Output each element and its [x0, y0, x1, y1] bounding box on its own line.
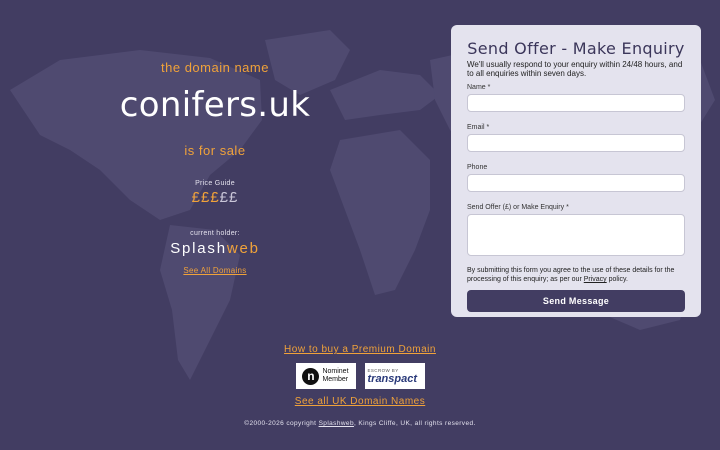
copyright-after: , Kings Cliffe, UK, all rights reserved. [353, 420, 476, 427]
price-guide-filled: £££ [191, 189, 220, 206]
nominet-text: Nominet Member [322, 368, 348, 384]
terms-text: By submitting this form you agree to the… [467, 266, 685, 284]
domain-hero: the domain name conifers.uk is for sale … [100, 60, 330, 278]
nominet-text-line-2: Member [322, 376, 349, 383]
splashweb-link[interactable]: Splashweb [319, 420, 354, 427]
phone-label: Phone [467, 164, 488, 171]
holder-logo: Splashweb [100, 240, 330, 257]
terms-after: policy. [606, 276, 628, 283]
for-sale-text: is for sale [184, 143, 246, 158]
email-label: Email * [467, 124, 490, 131]
how-to-buy-link[interactable]: How to buy a Premium Domain [284, 344, 436, 355]
nominet-text-line-1: Nominet [322, 368, 349, 375]
copyright-before: ©2000-2026 copyright [244, 420, 319, 427]
domain-name: conifers.uk [119, 85, 311, 125]
copyright: ©2000-2026 copyright Splashweb, Kings Cl… [0, 420, 720, 427]
holder-label: current holder: [190, 230, 240, 237]
see-all-domains-link[interactable]: See All Domains [183, 266, 246, 275]
nominet-logo-icon: n [302, 367, 320, 385]
offer-label: Send Offer (£) or Make Enquiry * [467, 204, 569, 211]
lead-text: the domain name [161, 60, 269, 75]
enquiry-form: Send Offer - Make Enquiry We'll usually … [451, 25, 701, 317]
price-guide-empty: ££ [219, 189, 239, 206]
name-input[interactable] [467, 94, 685, 112]
phone-input[interactable] [467, 174, 685, 192]
badges: n Nominet Member ESCROW BY transpact [0, 363, 720, 389]
footer: How to buy a Premium Domain n Nominet Me… [0, 339, 720, 427]
privacy-link[interactable]: Privacy [584, 276, 607, 283]
see-all-uk-domains-link[interactable]: See all UK Domain Names [295, 396, 425, 407]
email-input[interactable] [467, 134, 685, 152]
form-subtitle: We'll usually respond to your enquiry wi… [467, 60, 683, 78]
send-message-button[interactable]: Send Message [467, 290, 685, 312]
price-guide-rating: £££££ [100, 189, 330, 206]
name-label: Name * [467, 84, 491, 91]
transpact-logo: transpact [367, 372, 418, 385]
price-guide-label: Price Guide [195, 180, 235, 187]
nominet-member-badge[interactable]: n Nominet Member [295, 363, 356, 389]
holder-name-part-1: Splash [170, 240, 227, 257]
terms-before: By submitting this form you agree to the… [467, 267, 675, 283]
holder-name-part-2: web [226, 240, 260, 257]
transpact-escrow-badge[interactable]: ESCROW BY transpact [364, 363, 425, 389]
form-title: Send Offer - Make Enquiry [467, 39, 685, 58]
offer-textarea[interactable] [467, 214, 685, 256]
